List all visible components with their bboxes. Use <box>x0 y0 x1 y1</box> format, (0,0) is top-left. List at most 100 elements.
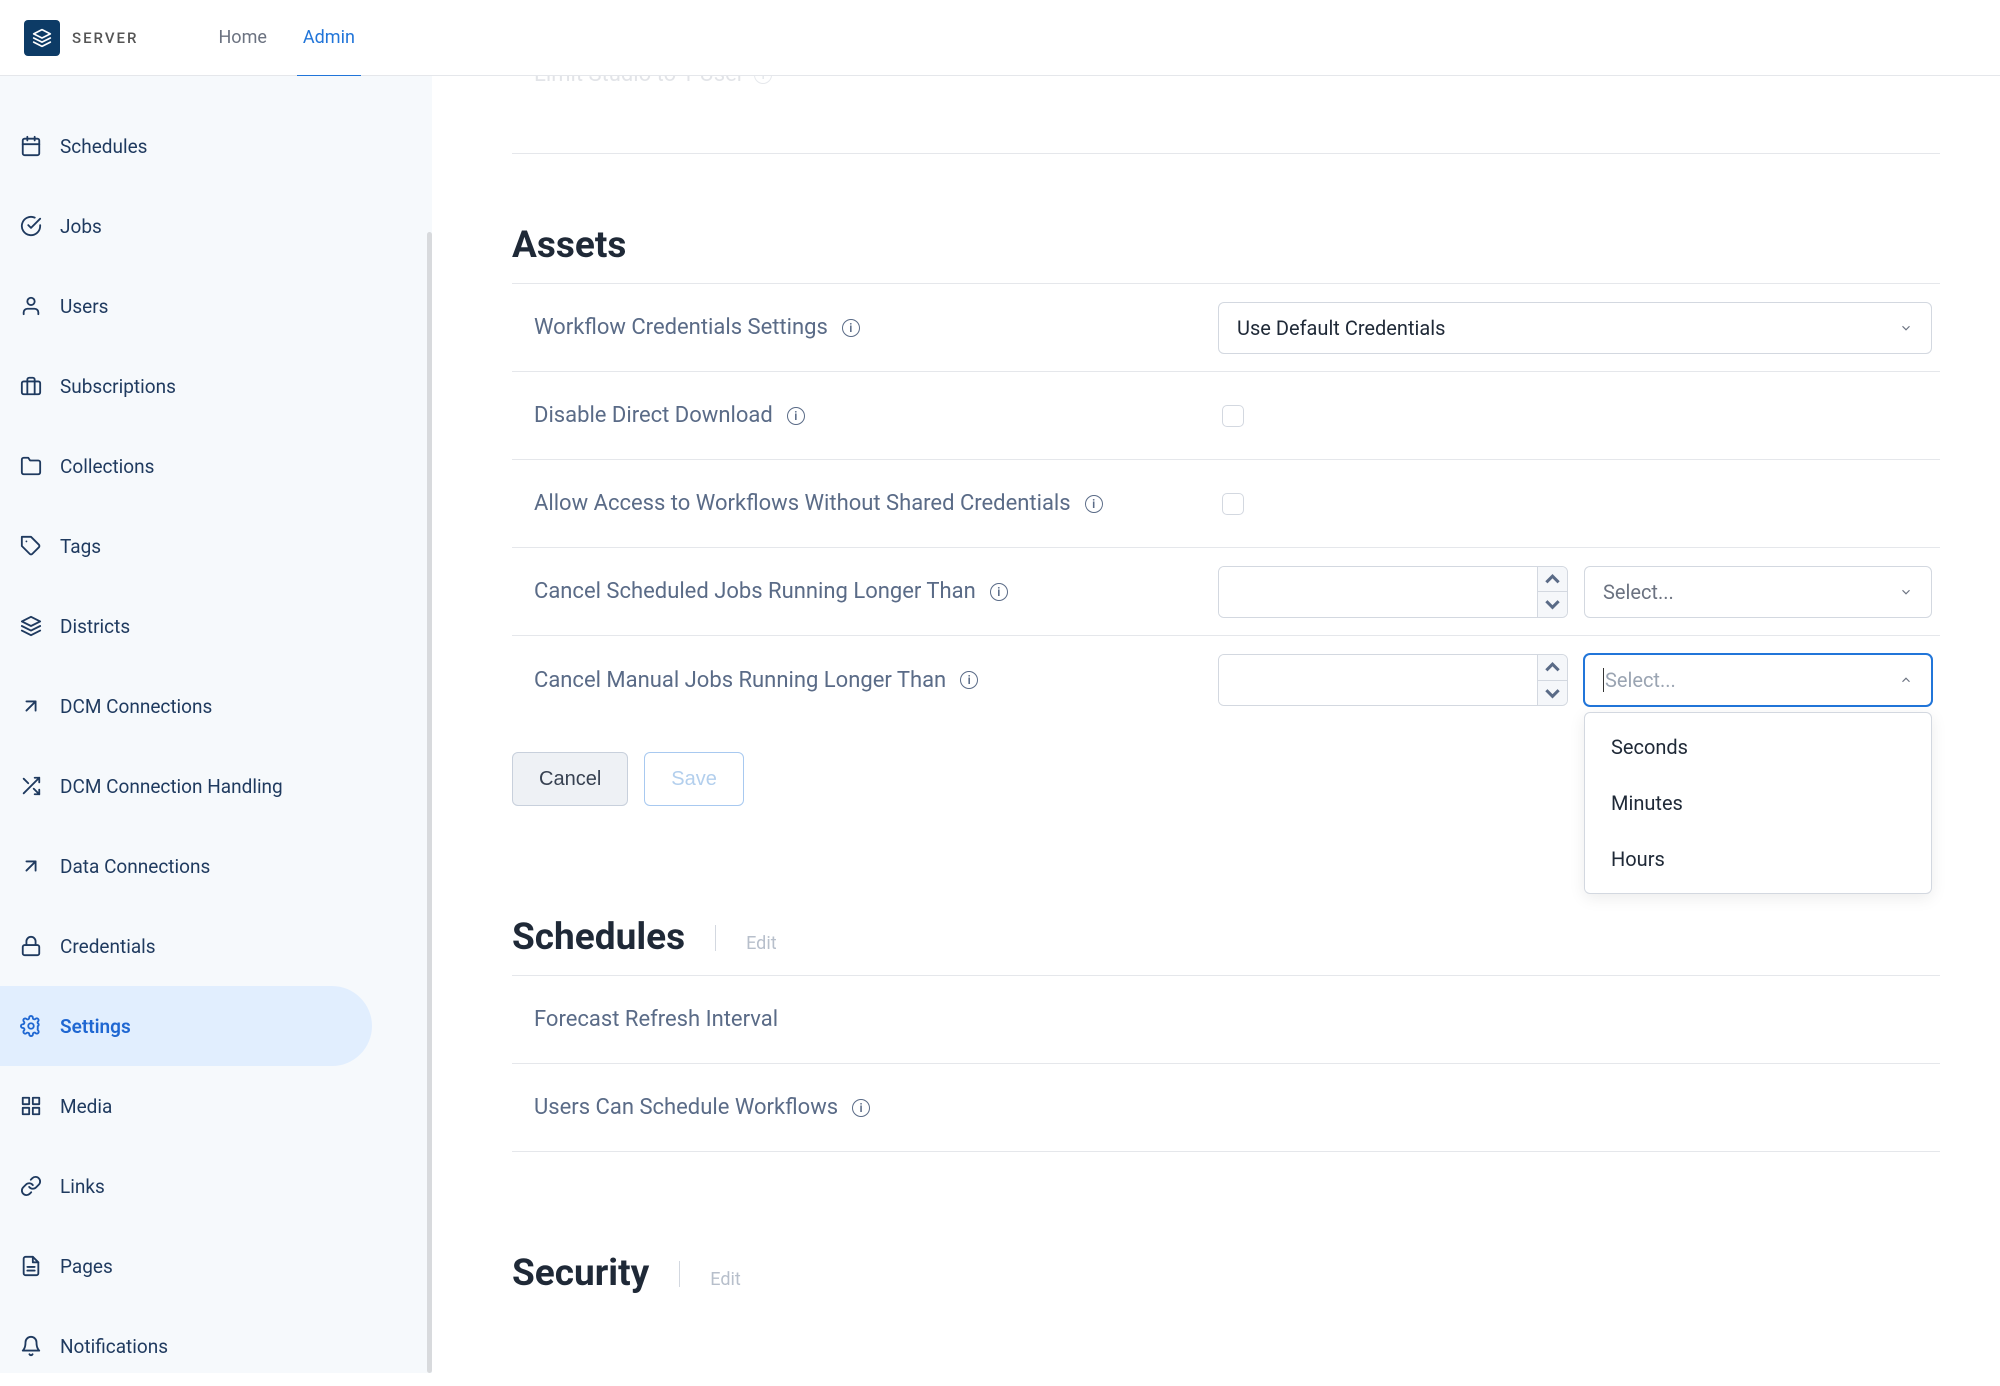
sidebar-item-dcm-connection-handling[interactable]: DCM Connection Handling <box>0 746 372 826</box>
allow-access-checkbox[interactable] <box>1222 493 1244 515</box>
sidebar-item-label: Districts <box>60 615 130 638</box>
schedules-settings-group: Forecast Refresh Interval Users Can Sche… <box>512 975 1940 1152</box>
manual-duration-stepper[interactable] <box>1218 654 1568 706</box>
disable-download-checkbox[interactable] <box>1222 405 1244 427</box>
nav-home[interactable]: Home <box>218 0 266 76</box>
stepper-down-icon[interactable] <box>1538 681 1567 706</box>
sidebar-item-tags[interactable]: Tags <box>0 506 372 586</box>
edit-security-link[interactable]: Edit <box>710 1269 740 1290</box>
manual-duration-input[interactable] <box>1219 655 1537 705</box>
grid-icon <box>20 1095 42 1117</box>
manual-unit-dropdown: Seconds Minutes Hours <box>1584 712 1932 894</box>
layers-icon <box>32 28 52 48</box>
check-circle-icon <box>20 215 42 237</box>
sidebar-item-subscriptions[interactable]: Subscriptions <box>0 346 372 426</box>
scheduled-duration-input[interactable] <box>1219 567 1537 617</box>
sidebar-item-label: DCM Connection Handling <box>60 775 283 798</box>
logo[interactable]: SERVER <box>24 20 138 56</box>
row-label: Cancel Manual Jobs Running Longer Than <box>534 668 946 693</box>
dropdown-option-minutes[interactable]: Minutes <box>1585 775 1931 831</box>
sidebar-item-districts[interactable]: Districts <box>0 586 372 666</box>
sidebar-item-notifications[interactable]: Notifications <box>0 1306 372 1386</box>
sidebar-item-media[interactable]: Media <box>0 1066 372 1146</box>
sidebar-item-label: Media <box>60 1095 112 1118</box>
stepper-up-icon[interactable] <box>1538 567 1567 593</box>
info-icon[interactable]: i <box>960 671 978 689</box>
divider <box>715 925 716 951</box>
chevron-up-icon <box>1899 668 1913 692</box>
save-button[interactable]: Save <box>644 752 744 806</box>
divider <box>679 1261 680 1287</box>
section-title-assets: Assets <box>512 224 626 267</box>
row-cancel-manual-jobs: Cancel Manual Jobs Running Longer Than i… <box>512 636 1940 724</box>
sidebar-item-jobs[interactable]: Jobs <box>0 186 372 266</box>
row-label: Workflow Credentials Settings <box>534 315 828 340</box>
edit-schedules-link[interactable]: Edit <box>746 933 776 954</box>
dropdown-option-seconds[interactable]: Seconds <box>1585 719 1931 775</box>
select-placeholder: Select... <box>1603 668 1676 692</box>
top-header: SERVER Home Admin <box>0 0 2000 76</box>
section-title-security: Security <box>512 1252 649 1295</box>
folder-icon <box>20 455 42 477</box>
section-title-schedules: Schedules <box>512 916 685 959</box>
manual-unit-select[interactable]: Select... <box>1584 654 1932 706</box>
sidebar-item-users[interactable]: Users <box>0 266 372 346</box>
arrow-up-right-icon <box>20 855 42 877</box>
sidebar-item-credentials[interactable]: Credentials <box>0 906 372 986</box>
document-icon <box>20 1255 42 1277</box>
workflow-credentials-select[interactable]: Use Default Credentials <box>1218 302 1932 354</box>
row-label: Forecast Refresh Interval <box>534 1007 778 1032</box>
stepper-down-icon[interactable] <box>1538 592 1567 617</box>
info-icon: i <box>754 76 772 84</box>
shuffle-icon <box>20 775 42 797</box>
logo-mark <box>24 20 60 56</box>
row-label: Users Can Schedule Workflows <box>534 1095 838 1120</box>
arrow-up-right-icon <box>20 695 42 717</box>
sidebar-item-label: Users <box>60 295 108 318</box>
sidebar-item-links[interactable]: Links <box>0 1146 372 1226</box>
chevron-down-icon <box>1899 580 1913 604</box>
sidebar-item-schedules[interactable]: Schedules <box>0 106 372 186</box>
info-icon[interactable]: i <box>1085 495 1103 513</box>
stepper-up-icon[interactable] <box>1538 655 1567 681</box>
sidebar-item-label: Subscriptions <box>60 375 176 398</box>
nav-admin[interactable]: Admin <box>303 0 355 76</box>
bell-icon <box>20 1335 42 1357</box>
sidebar: Schedules Jobs Users Subscriptions Collectio… <box>0 76 432 1373</box>
partial-label: Limit Studio to 1 User <box>534 76 744 87</box>
user-icon <box>20 295 42 317</box>
sidebar-item-data-connections[interactable]: Data Connections <box>0 826 372 906</box>
sidebar-item-label: Settings <box>60 1015 131 1038</box>
sidebar-item-label: Schedules <box>60 135 147 158</box>
sidebar-scrollbar[interactable] <box>427 232 432 1373</box>
info-icon[interactable]: i <box>842 319 860 337</box>
sidebar-item-collections[interactable]: Collections <box>0 426 372 506</box>
info-icon[interactable]: i <box>990 583 1008 601</box>
scheduled-duration-stepper[interactable] <box>1218 566 1568 618</box>
lock-icon <box>20 935 42 957</box>
info-icon[interactable]: i <box>787 407 805 425</box>
row-disable-direct-download: Disable Direct Download i <box>512 372 1940 460</box>
briefcase-icon <box>20 375 42 397</box>
sidebar-item-dcm-connections[interactable]: DCM Connections <box>0 666 372 746</box>
main-content: Limit Studio to 1 User i Assets Workflow… <box>432 76 2000 1373</box>
info-icon[interactable]: i <box>852 1099 870 1117</box>
scheduled-unit-select[interactable]: Select... <box>1584 566 1932 618</box>
sidebar-item-label: Tags <box>60 535 101 558</box>
layers-icon <box>20 615 42 637</box>
row-label: Disable Direct Download <box>534 403 773 428</box>
sidebar-item-pages[interactable]: Pages <box>0 1226 372 1306</box>
gear-icon <box>20 1015 42 1037</box>
sidebar-item-settings[interactable]: Settings <box>0 986 372 1066</box>
row-workflow-credentials: Workflow Credentials Settings i Use Defa… <box>512 284 1940 372</box>
dropdown-option-hours[interactable]: Hours <box>1585 831 1931 887</box>
sidebar-item-label: Credentials <box>60 935 156 958</box>
sidebar-item-label: Links <box>60 1175 105 1198</box>
tag-icon <box>20 535 42 557</box>
row-label: Cancel Scheduled Jobs Running Longer Tha… <box>534 579 976 604</box>
chevron-down-icon <box>1899 316 1913 340</box>
sidebar-item-label: DCM Connections <box>60 695 212 718</box>
cancel-button[interactable]: Cancel <box>512 752 628 806</box>
select-placeholder: Select... <box>1603 580 1674 604</box>
link-icon <box>20 1175 42 1197</box>
